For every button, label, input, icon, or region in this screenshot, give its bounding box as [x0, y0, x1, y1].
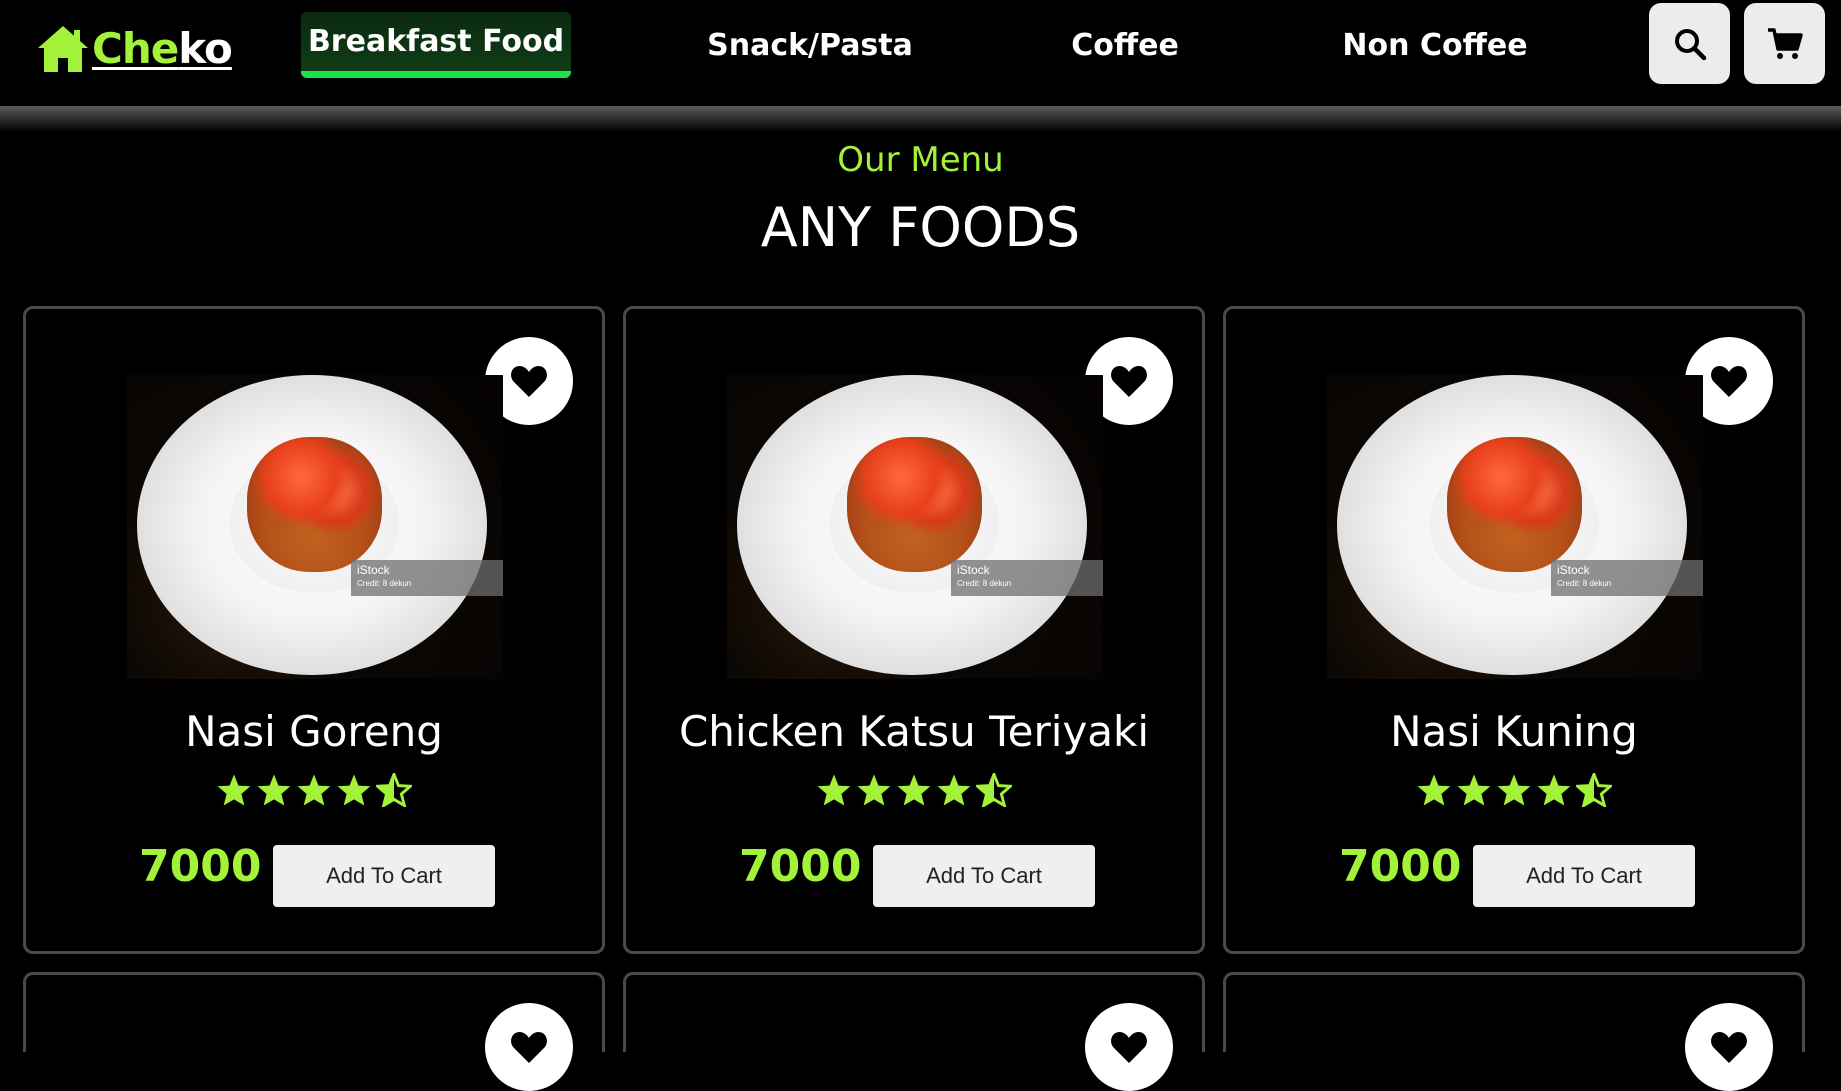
- rating-stars: [26, 773, 602, 807]
- food-image: iStock Credit: 8 dekun: [1327, 375, 1703, 679]
- heart-icon: [1111, 366, 1147, 397]
- brand-logo[interactable]: Cheko: [36, 18, 233, 74]
- nav-label: Non Coffee: [1342, 27, 1528, 63]
- heart-icon: [1111, 1032, 1147, 1063]
- add-to-cart-button[interactable]: Add To Cart: [873, 845, 1095, 907]
- star-half-icon: [1576, 773, 1612, 807]
- star-full-icon: [937, 774, 971, 806]
- image-watermark: iStock Credit: 8 dekun: [1551, 560, 1703, 596]
- product-card: [23, 972, 605, 1091]
- food-price: 7000: [1339, 841, 1462, 892]
- star-half-icon: [976, 773, 1012, 807]
- food-name: Chicken Katsu Teriyaki: [678, 707, 1150, 756]
- nav-coffee[interactable]: Coffee: [1050, 12, 1200, 78]
- nav-non-coffee[interactable]: Non Coffee: [1330, 12, 1540, 78]
- header-divider: [0, 106, 1841, 132]
- star-full-icon: [337, 774, 371, 806]
- image-watermark: iStock Credit: 8 dekun: [951, 560, 1103, 596]
- food-image: iStock Credit: 8 dekun: [127, 375, 503, 679]
- star-full-icon: [297, 774, 331, 806]
- plate-graphic: [137, 375, 487, 675]
- plate-graphic: [1337, 375, 1687, 675]
- star-full-icon: [857, 774, 891, 806]
- brand-name: Cheko: [92, 24, 233, 73]
- heart-icon: [511, 1032, 547, 1063]
- favorite-button[interactable]: [1685, 1003, 1773, 1091]
- heart-icon: [1711, 366, 1747, 397]
- plate-graphic: [737, 375, 1087, 675]
- rating-stars: [1226, 773, 1802, 807]
- food-name: Nasi Goreng: [185, 707, 443, 756]
- nav-breakfast-food[interactable]: Breakfast Food: [301, 12, 571, 78]
- star-full-icon: [817, 774, 851, 806]
- nav-label: Snack/Pasta: [707, 27, 913, 63]
- food-price: 7000: [739, 841, 862, 892]
- star-full-icon: [1457, 774, 1491, 806]
- nav-label: Breakfast Food: [307, 24, 565, 59]
- star-full-icon: [1417, 774, 1451, 806]
- product-card: iStock Credit: 8 dekun Nasi Goreng 7000 Add …: [23, 306, 605, 954]
- product-card: iStock Credit: 8 dekun Chicken Katsu Teriy…: [623, 306, 1205, 954]
- star-full-icon: [897, 774, 931, 806]
- nav-label: Coffee: [1071, 27, 1179, 63]
- star-half-icon: [376, 773, 412, 807]
- menu-subtitle: Our Menu: [837, 140, 1004, 180]
- product-card: [1223, 972, 1805, 1091]
- search-icon: [1674, 28, 1706, 60]
- heart-icon: [1711, 1032, 1747, 1063]
- cart-icon: [1767, 27, 1803, 59]
- product-card: iStock Credit: 8 dekun Nasi Kuning 7000 Add …: [1223, 306, 1805, 954]
- star-full-icon: [1497, 774, 1531, 806]
- add-to-cart-button[interactable]: Add To Cart: [273, 845, 495, 907]
- image-watermark: iStock Credit: 8 dekun: [351, 560, 503, 596]
- add-to-cart-button[interactable]: Add To Cart: [1473, 845, 1695, 907]
- favorite-button[interactable]: [485, 1003, 573, 1091]
- star-full-icon: [257, 774, 291, 806]
- food-image: iStock Credit: 8 dekun: [727, 375, 1103, 679]
- nav-snack-pasta[interactable]: Snack/Pasta: [690, 12, 930, 78]
- cart-button[interactable]: [1744, 3, 1825, 84]
- rating-stars: [626, 773, 1202, 807]
- heart-icon: [511, 366, 547, 397]
- star-full-icon: [1537, 774, 1571, 806]
- top-navbar: Cheko Breakfast Food Snack/Pasta Coffee …: [0, 0, 1841, 106]
- menu-title: ANY FOODS: [760, 196, 1081, 259]
- product-card: [623, 972, 1205, 1091]
- food-price: 7000: [139, 841, 262, 892]
- search-button[interactable]: [1649, 3, 1730, 84]
- favorite-button[interactable]: [1085, 1003, 1173, 1091]
- star-full-icon: [217, 774, 251, 806]
- food-name: Nasi Kuning: [1390, 707, 1638, 756]
- house-icon: [38, 26, 88, 72]
